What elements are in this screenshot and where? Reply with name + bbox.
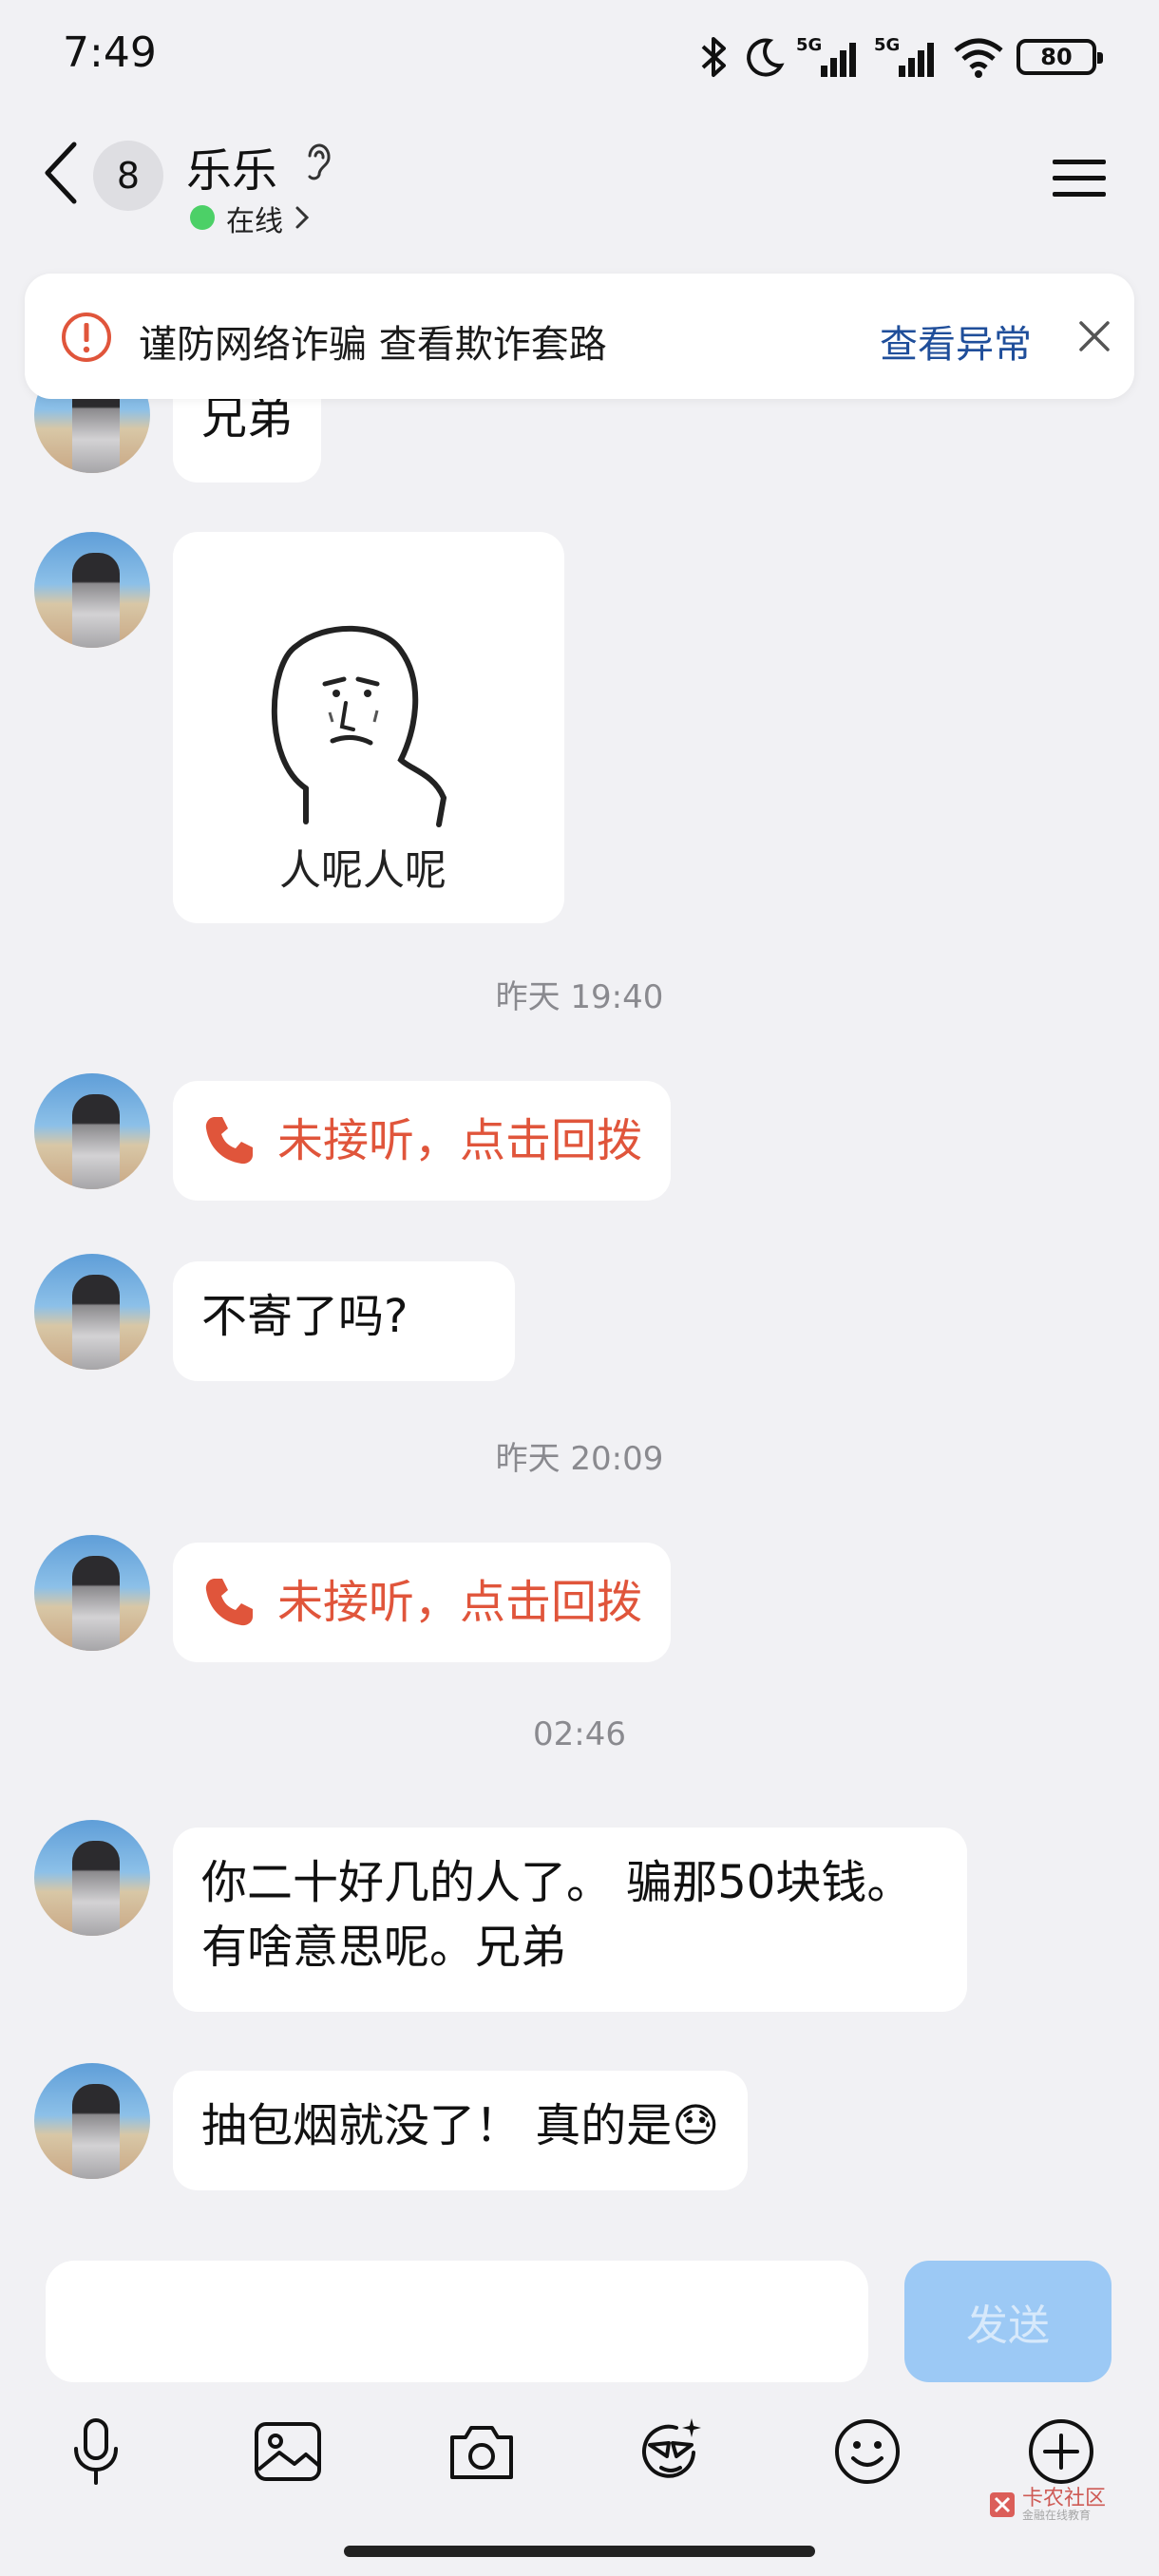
plus-icon[interactable] [1024,2415,1098,2489]
sticker-face-image [271,625,446,827]
svg-text:5G: 5G [874,35,900,55]
chat-header: 8 乐乐 在线 [0,114,1159,239]
svg-text:5G: 5G [796,35,822,55]
fraud-warning-banner[interactable]: 谨防网络诈骗 查看欺诈套路 查看异常 [25,274,1134,399]
microphone-icon[interactable] [59,2415,133,2489]
battery-level: 80 [1040,44,1073,70]
message-bubble[interactable]: 不寄了吗? [173,1261,515,1381]
status-icons: 5G 5G 80 [697,32,1103,82]
message-input[interactable] [46,2261,868,2382]
bluetooth-icon [701,37,726,77]
contact-avatar[interactable] [34,1073,150,1189]
contact-avatar[interactable] [34,1254,150,1370]
contact-avatar[interactable] [34,1820,150,1936]
timestamp: 02:46 [533,1715,626,1753]
missed-call-bubble[interactable]: 未接听，点击回拨 [173,1081,672,1201]
5g-signal-icon: 5G [796,35,856,77]
menu-icon[interactable] [1053,158,1106,199]
fraud-warning-text: 谨防网络诈骗 查看欺诈套路 [139,323,607,367]
watermark-subtitle: 金融在线教育 [1022,2509,1092,2522]
send-button[interactable]: 发送 [904,2261,1112,2382]
missed-call-text: 未接听，点击回拨 [277,1576,643,1629]
wifi-icon [954,38,1003,78]
unread-count-badge[interactable]: 8 [93,141,163,211]
home-indicator[interactable] [344,2546,815,2557]
watermark-logo-icon [990,2492,1015,2517]
image-icon[interactable] [251,2415,325,2489]
missed-call-text: 未接听，点击回拨 [277,1114,643,1167]
online-status[interactable]: 在线 [226,198,283,239]
contact-avatar[interactable] [34,532,150,648]
phone-icon [205,1117,253,1165]
timestamp: 昨天 20:09 [495,1440,664,1478]
contact-avatar[interactable] [34,1535,150,1651]
sticker-message[interactable]: 人呢人呢 [173,532,564,923]
status-time: 7:49 [63,28,157,77]
message-text: 兄弟 [201,391,294,445]
message-text: 抽包烟就没了！ 真的是😓 [201,2099,720,2152]
contact-avatar[interactable] [34,2063,150,2179]
input-area: 发送 [0,2242,1159,2576]
chevron-right-icon[interactable] [294,205,310,230]
back-icon[interactable] [38,139,84,207]
missed-call-bubble[interactable]: 未接听，点击回拨 [173,1543,672,1662]
emoji-icon[interactable] [830,2415,904,2489]
sticker-icon[interactable] [635,2415,709,2489]
message-bubble[interactable]: 抽包烟就没了！ 真的是😓 [173,2071,749,2190]
sticker-caption: 人呢人呢 [279,846,446,895]
view-anomaly-link[interactable]: 查看异常 [880,313,1032,369]
status-bar: 7:49 5G 5G 80 [0,0,1159,114]
battery-icon: 80 [1016,39,1103,75]
5g-signal-icon: 5G [874,35,934,77]
message-text: 不寄了吗? [201,1290,408,1343]
phone-icon [205,1579,253,1626]
message-bubble[interactable]: 你二十好几的人了。 骗那50块钱。有啥意思呢。兄弟 [173,1828,967,2012]
contact-name[interactable]: 乐乐 [186,133,277,199]
timestamp: 昨天 19:40 [495,978,664,1016]
warning-icon [62,313,111,362]
moon-icon [747,38,785,77]
online-indicator [190,205,215,230]
watermark-title: 卡农社区 [1022,2487,1107,2510]
close-icon[interactable] [1075,317,1113,355]
camera-icon[interactable] [445,2415,519,2489]
message-text: 你二十好几的人了。 骗那50块钱。有啥意思呢。兄弟 [201,1856,913,1974]
ear-icon[interactable] [300,139,338,184]
watermark-logo: 卡农社区 金融在线教育 [988,2489,1106,2521]
